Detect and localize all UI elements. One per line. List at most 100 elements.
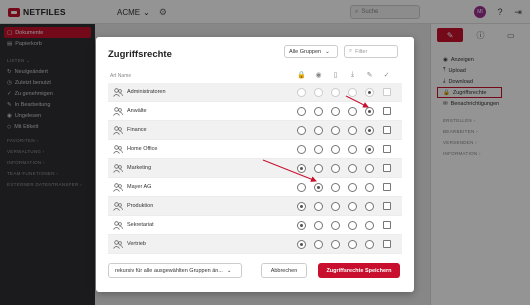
permission-radio[interactable] xyxy=(348,88,357,97)
group-icon xyxy=(113,202,123,211)
chevron-down-icon: ⌄ xyxy=(325,48,330,55)
permission-radio[interactable] xyxy=(331,107,340,116)
group-list: Administratoren Anwälte Finance Home Office… xyxy=(108,83,402,254)
group-icon xyxy=(113,221,123,230)
permission-checkbox[interactable] xyxy=(382,88,391,96)
recursive-select[interactable]: rekursiv für alle ausgewählten Gruppen ä… xyxy=(108,263,242,278)
permission-checkbox[interactable] xyxy=(382,126,391,134)
group-icon xyxy=(113,145,123,154)
permission-radio[interactable] xyxy=(365,240,374,249)
group-icon xyxy=(113,240,123,249)
permission-radio[interactable] xyxy=(297,221,306,230)
permission-radio[interactable] xyxy=(348,202,357,211)
permission-radio[interactable] xyxy=(297,202,306,211)
group-row: Home Office xyxy=(108,140,402,159)
group-name: Mayer AG xyxy=(127,184,152,190)
permission-radio[interactable] xyxy=(348,221,357,230)
group-row: Mayer AG xyxy=(108,178,402,197)
permission-radio[interactable] xyxy=(331,183,340,192)
permission-checkbox[interactable] xyxy=(382,107,391,115)
group-row: Vertrieb xyxy=(108,235,402,254)
permission-radio[interactable] xyxy=(331,88,340,97)
column-label: Art Name xyxy=(110,73,132,79)
permission-radio[interactable] xyxy=(365,107,374,116)
filter-input[interactable]: ⌕ Filter xyxy=(344,45,398,58)
group-icon xyxy=(113,126,123,135)
group-name: Administratoren xyxy=(127,89,166,95)
permission-radio[interactable] xyxy=(348,107,357,116)
permission-radio[interactable] xyxy=(331,145,340,154)
group-name: Produktion xyxy=(127,203,154,209)
group-icon xyxy=(113,183,123,192)
permission-radio[interactable] xyxy=(314,107,323,116)
permission-radio[interactable] xyxy=(297,145,306,154)
permission-radio[interactable] xyxy=(314,88,323,97)
permission-radio[interactable] xyxy=(348,240,357,249)
group-name: Sekretariat xyxy=(127,222,154,228)
permission-checkbox[interactable] xyxy=(382,164,391,172)
lock-icon: 🔒 xyxy=(297,72,306,79)
group-row: Administratoren xyxy=(108,83,402,102)
permission-checkbox[interactable] xyxy=(382,221,391,229)
search-icon: ⌕ xyxy=(349,48,353,54)
permission-radio[interactable] xyxy=(365,183,374,192)
permission-radio[interactable] xyxy=(348,164,357,173)
group-row: Marketing xyxy=(108,159,402,178)
group-row: Produktion xyxy=(108,197,402,216)
column-header: Art Name 🔒 ◉ ▯ ⤓ ✎ ✓ xyxy=(108,71,402,81)
permission-radio[interactable] xyxy=(331,126,340,135)
permission-radio[interactable] xyxy=(314,164,323,173)
group-row: Sekretariat xyxy=(108,216,402,235)
permission-radio[interactable] xyxy=(365,126,374,135)
permission-checkbox[interactable] xyxy=(382,145,391,153)
group-filter-select[interactable]: Alle Gruppen ⌄ xyxy=(284,45,338,58)
group-filter-value: Alle Gruppen xyxy=(289,48,322,55)
group-row: Finance xyxy=(108,121,402,140)
eye-icon: ◉ xyxy=(315,72,322,79)
permission-radio[interactable] xyxy=(314,126,323,135)
permission-radio[interactable] xyxy=(314,183,323,192)
permission-radio[interactable] xyxy=(365,88,374,97)
permission-checkbox[interactable] xyxy=(382,202,391,210)
chevron-down-icon: ⌄ xyxy=(226,267,232,274)
permission-radio[interactable] xyxy=(365,145,374,154)
permission-radio[interactable] xyxy=(365,221,374,230)
permission-radio[interactable] xyxy=(348,183,357,192)
permission-radio[interactable] xyxy=(365,164,374,173)
permission-radio[interactable] xyxy=(314,145,323,154)
permission-radio[interactable] xyxy=(365,202,374,211)
permission-radio[interactable] xyxy=(331,202,340,211)
permission-checkbox[interactable] xyxy=(382,183,391,191)
group-name: Anwälte xyxy=(127,108,147,114)
permission-radio[interactable] xyxy=(297,126,306,135)
cancel-button[interactable]: Abbrechen xyxy=(261,263,307,278)
file-icon: ▯ xyxy=(333,72,338,79)
permission-radio[interactable] xyxy=(314,240,323,249)
permissions-dialog: Zugriffsrechte Alle Gruppen ⌄ ⌕ Filter A… xyxy=(96,37,414,292)
group-icon xyxy=(113,107,123,116)
permission-radio[interactable] xyxy=(297,88,306,97)
permission-radio[interactable] xyxy=(297,107,306,116)
recursive-value: rekursiv für alle ausgewählten Gruppen ä… xyxy=(115,267,223,274)
permission-radio[interactable] xyxy=(297,183,306,192)
group-row: Anwälte xyxy=(108,102,402,121)
permission-radio[interactable] xyxy=(331,221,340,230)
group-name: Vertrieb xyxy=(127,241,146,247)
permission-radio[interactable] xyxy=(348,126,357,135)
save-permissions-button[interactable]: Zugriffsrechte Speichern xyxy=(318,263,400,278)
group-icon xyxy=(113,88,123,97)
permission-radio[interactable] xyxy=(314,202,323,211)
permission-radio[interactable] xyxy=(348,145,357,154)
permission-radio[interactable] xyxy=(331,240,340,249)
permission-checkbox[interactable] xyxy=(382,240,391,248)
pencil-icon: ✎ xyxy=(366,72,373,79)
permission-radio[interactable] xyxy=(331,164,340,173)
permission-radio[interactable] xyxy=(314,221,323,230)
permission-radio[interactable] xyxy=(297,240,306,249)
group-name: Home Office xyxy=(127,146,158,152)
permission-radio[interactable] xyxy=(297,164,306,173)
dialog-title: Zugriffsrechte xyxy=(108,49,172,60)
check-icon: ✓ xyxy=(383,72,390,79)
group-name: Marketing xyxy=(127,165,152,171)
group-name: Finance xyxy=(127,127,147,133)
